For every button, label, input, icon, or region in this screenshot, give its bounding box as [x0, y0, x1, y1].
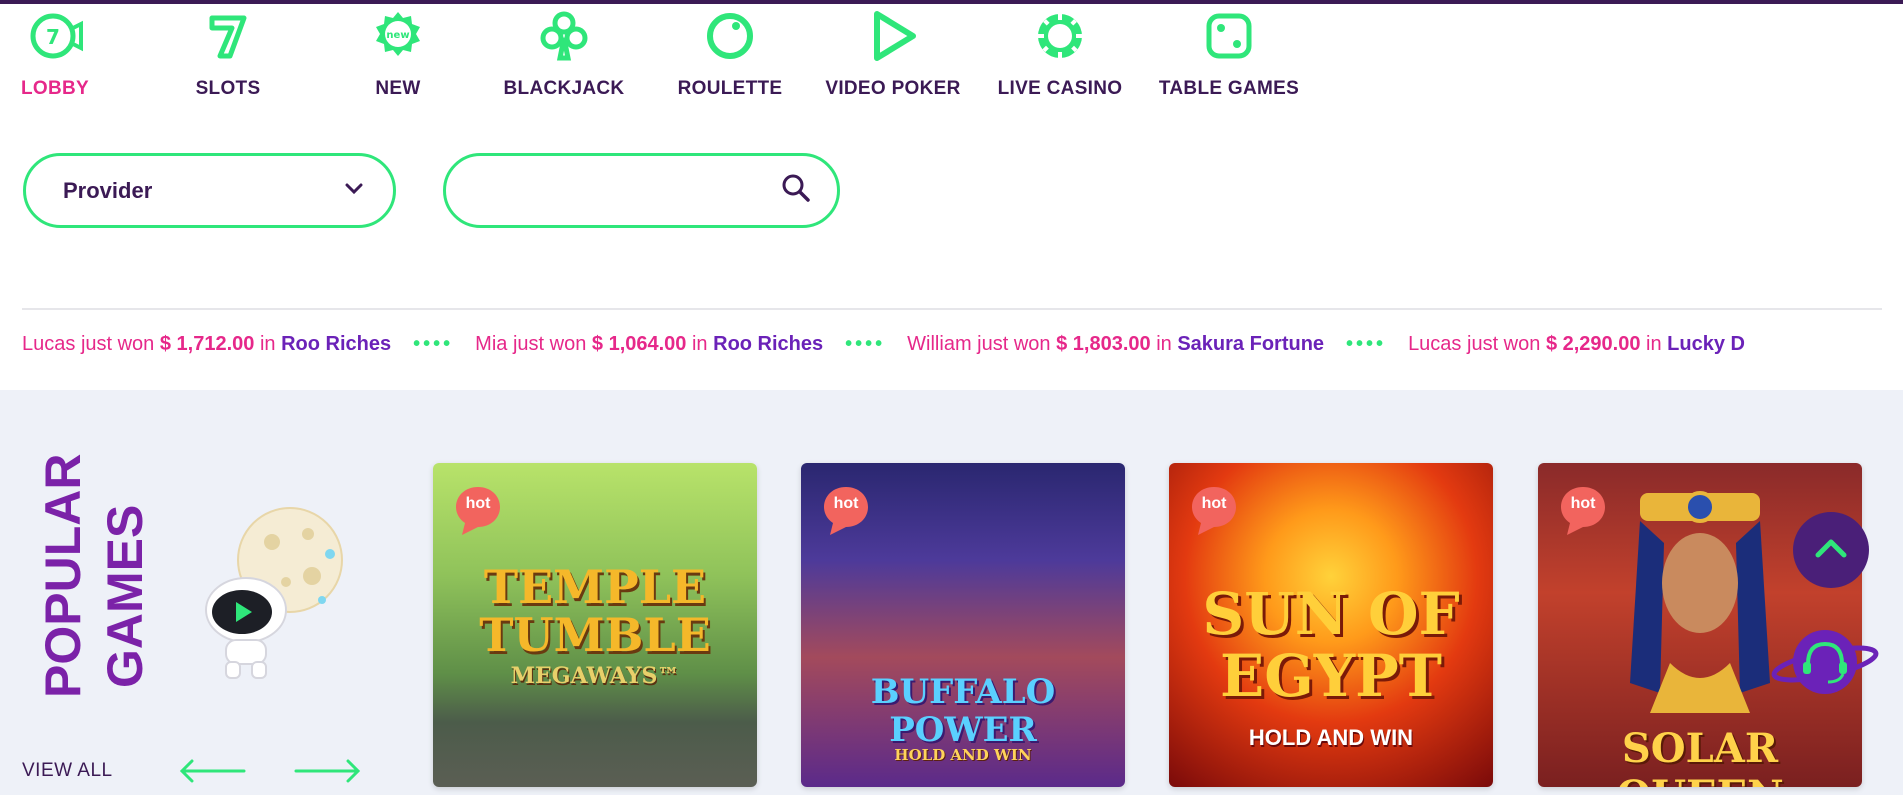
search-input[interactable]: [476, 179, 781, 202]
nav-label-roulette: ROULETTE: [677, 78, 783, 99]
nav-item-live-casino[interactable]: LIVE CASINO: [985, 8, 1135, 100]
game-subtitle: MEGAWAYS™: [510, 663, 680, 689]
ticker-separator: ••••: [1346, 333, 1387, 355]
view-all-link[interactable]: VIEW ALL: [22, 760, 113, 782]
slots-seven-icon: [200, 8, 256, 64]
headset-icon: [1771, 630, 1879, 694]
nav-item-roulette[interactable]: ROULETTE: [655, 8, 805, 100]
nav-label-video-poker: VIDEO POKER: [825, 78, 961, 99]
ticker-game-link[interactable]: Lucky D: [1667, 333, 1745, 355]
play-icon: [865, 8, 921, 64]
nav-label-slots: SLOTS: [195, 78, 261, 99]
arrow-left-icon[interactable]: [178, 756, 248, 791]
provider-dropdown[interactable]: Provider: [23, 153, 396, 228]
game-title: SUN OF EGYPT: [1202, 580, 1460, 710]
hot-badge: hot: [1188, 485, 1240, 535]
search-field[interactable]: [443, 153, 840, 228]
ticker-game-link[interactable]: Roo Riches: [281, 333, 391, 355]
ticker-item: William just won $ 1,803.00 in Sakura Fo…: [907, 333, 1325, 355]
ticker-game-link[interactable]: Roo Riches: [713, 333, 823, 355]
nav-item-lobby[interactable]: 7 LOBBY: [0, 8, 130, 100]
dice-icon: [1201, 8, 1257, 64]
support-headset-button[interactable]: [1770, 622, 1880, 702]
hot-badge: hot: [452, 485, 504, 535]
nav-label-live-casino: LIVE CASINO: [997, 78, 1123, 99]
scroll-to-top-button[interactable]: [1793, 512, 1869, 588]
game-title: BUFFALO POWER: [870, 672, 1056, 750]
ticker-separator: ••••: [413, 333, 454, 355]
robot-mascot-illustration: [190, 490, 350, 680]
chevron-up-icon: [1814, 537, 1848, 564]
new-badge-icon: new: [370, 8, 426, 64]
title-line1: POPULAR: [35, 454, 91, 698]
club-icon: [536, 8, 592, 64]
lobby-seven-icon: 7: [27, 8, 83, 64]
nav-label-blackjack: BLACKJACK: [503, 78, 625, 99]
nav-item-table-games[interactable]: TABLE GAMES: [1154, 8, 1304, 100]
game-card[interactable]: hot TEMPLE TUMBLE MEGAWAYS™: [433, 463, 757, 787]
winners-ticker: Lucas just won $ 1,712.00 in Roo Riches •…: [22, 333, 1903, 363]
search-icon[interactable]: [781, 173, 811, 208]
nav-label-new: NEW: [375, 78, 421, 99]
game-title: SOLAR QUEEN: [1616, 725, 1783, 787]
svg-text:new: new: [386, 30, 409, 41]
nav-label-lobby: LOBBY: [21, 78, 89, 99]
top-border: [0, 0, 1903, 4]
popular-games-title: POPULAR GAMES: [30, 440, 153, 700]
game-card[interactable]: hot SUN OF EGYPT HOLD AND WIN: [1169, 463, 1493, 787]
chevron-down-icon: [345, 182, 363, 200]
ticker-item: Mia just won $ 1,064.00 in Roo Riches: [475, 333, 824, 355]
nav-label-table-games: TABLE GAMES: [1158, 78, 1300, 99]
arrow-right-icon[interactable]: [292, 756, 362, 791]
nav-item-video-poker[interactable]: VIDEO POKER: [818, 8, 968, 100]
game-title: TEMPLE TUMBLE: [479, 560, 711, 662]
game-subtitle: HOLD AND WIN: [1248, 725, 1414, 750]
chip-icon: [1032, 8, 1088, 64]
nav-item-slots[interactable]: SLOTS: [153, 8, 303, 100]
nav-item-new[interactable]: new NEW: [323, 8, 473, 100]
provider-label: Provider: [63, 177, 153, 203]
game-subtitle: HOLD AND WIN: [894, 746, 1032, 764]
category-nav: 7 LOBBY SLOTS new NEW BLACKJACK ROULETTE…: [0, 8, 1903, 108]
divider: [22, 308, 1882, 310]
ticker-game-link[interactable]: Sakura Fortune: [1177, 333, 1324, 355]
game-card[interactable]: hot BUFFALO POWER HOLD AND WIN: [801, 463, 1125, 787]
ticker-item: Lucas just won $ 1,712.00 in Roo Riches: [22, 333, 392, 355]
hot-badge: hot: [820, 485, 872, 535]
title-line2: GAMES: [97, 505, 153, 688]
ticker-separator: ••••: [845, 333, 886, 355]
ticker-item: Lucas just won $ 2,290.00 in Lucky D: [1408, 333, 1745, 355]
roulette-icon: [702, 8, 758, 64]
nav-item-blackjack[interactable]: BLACKJACK: [489, 8, 639, 100]
svg-text:7: 7: [46, 25, 60, 49]
